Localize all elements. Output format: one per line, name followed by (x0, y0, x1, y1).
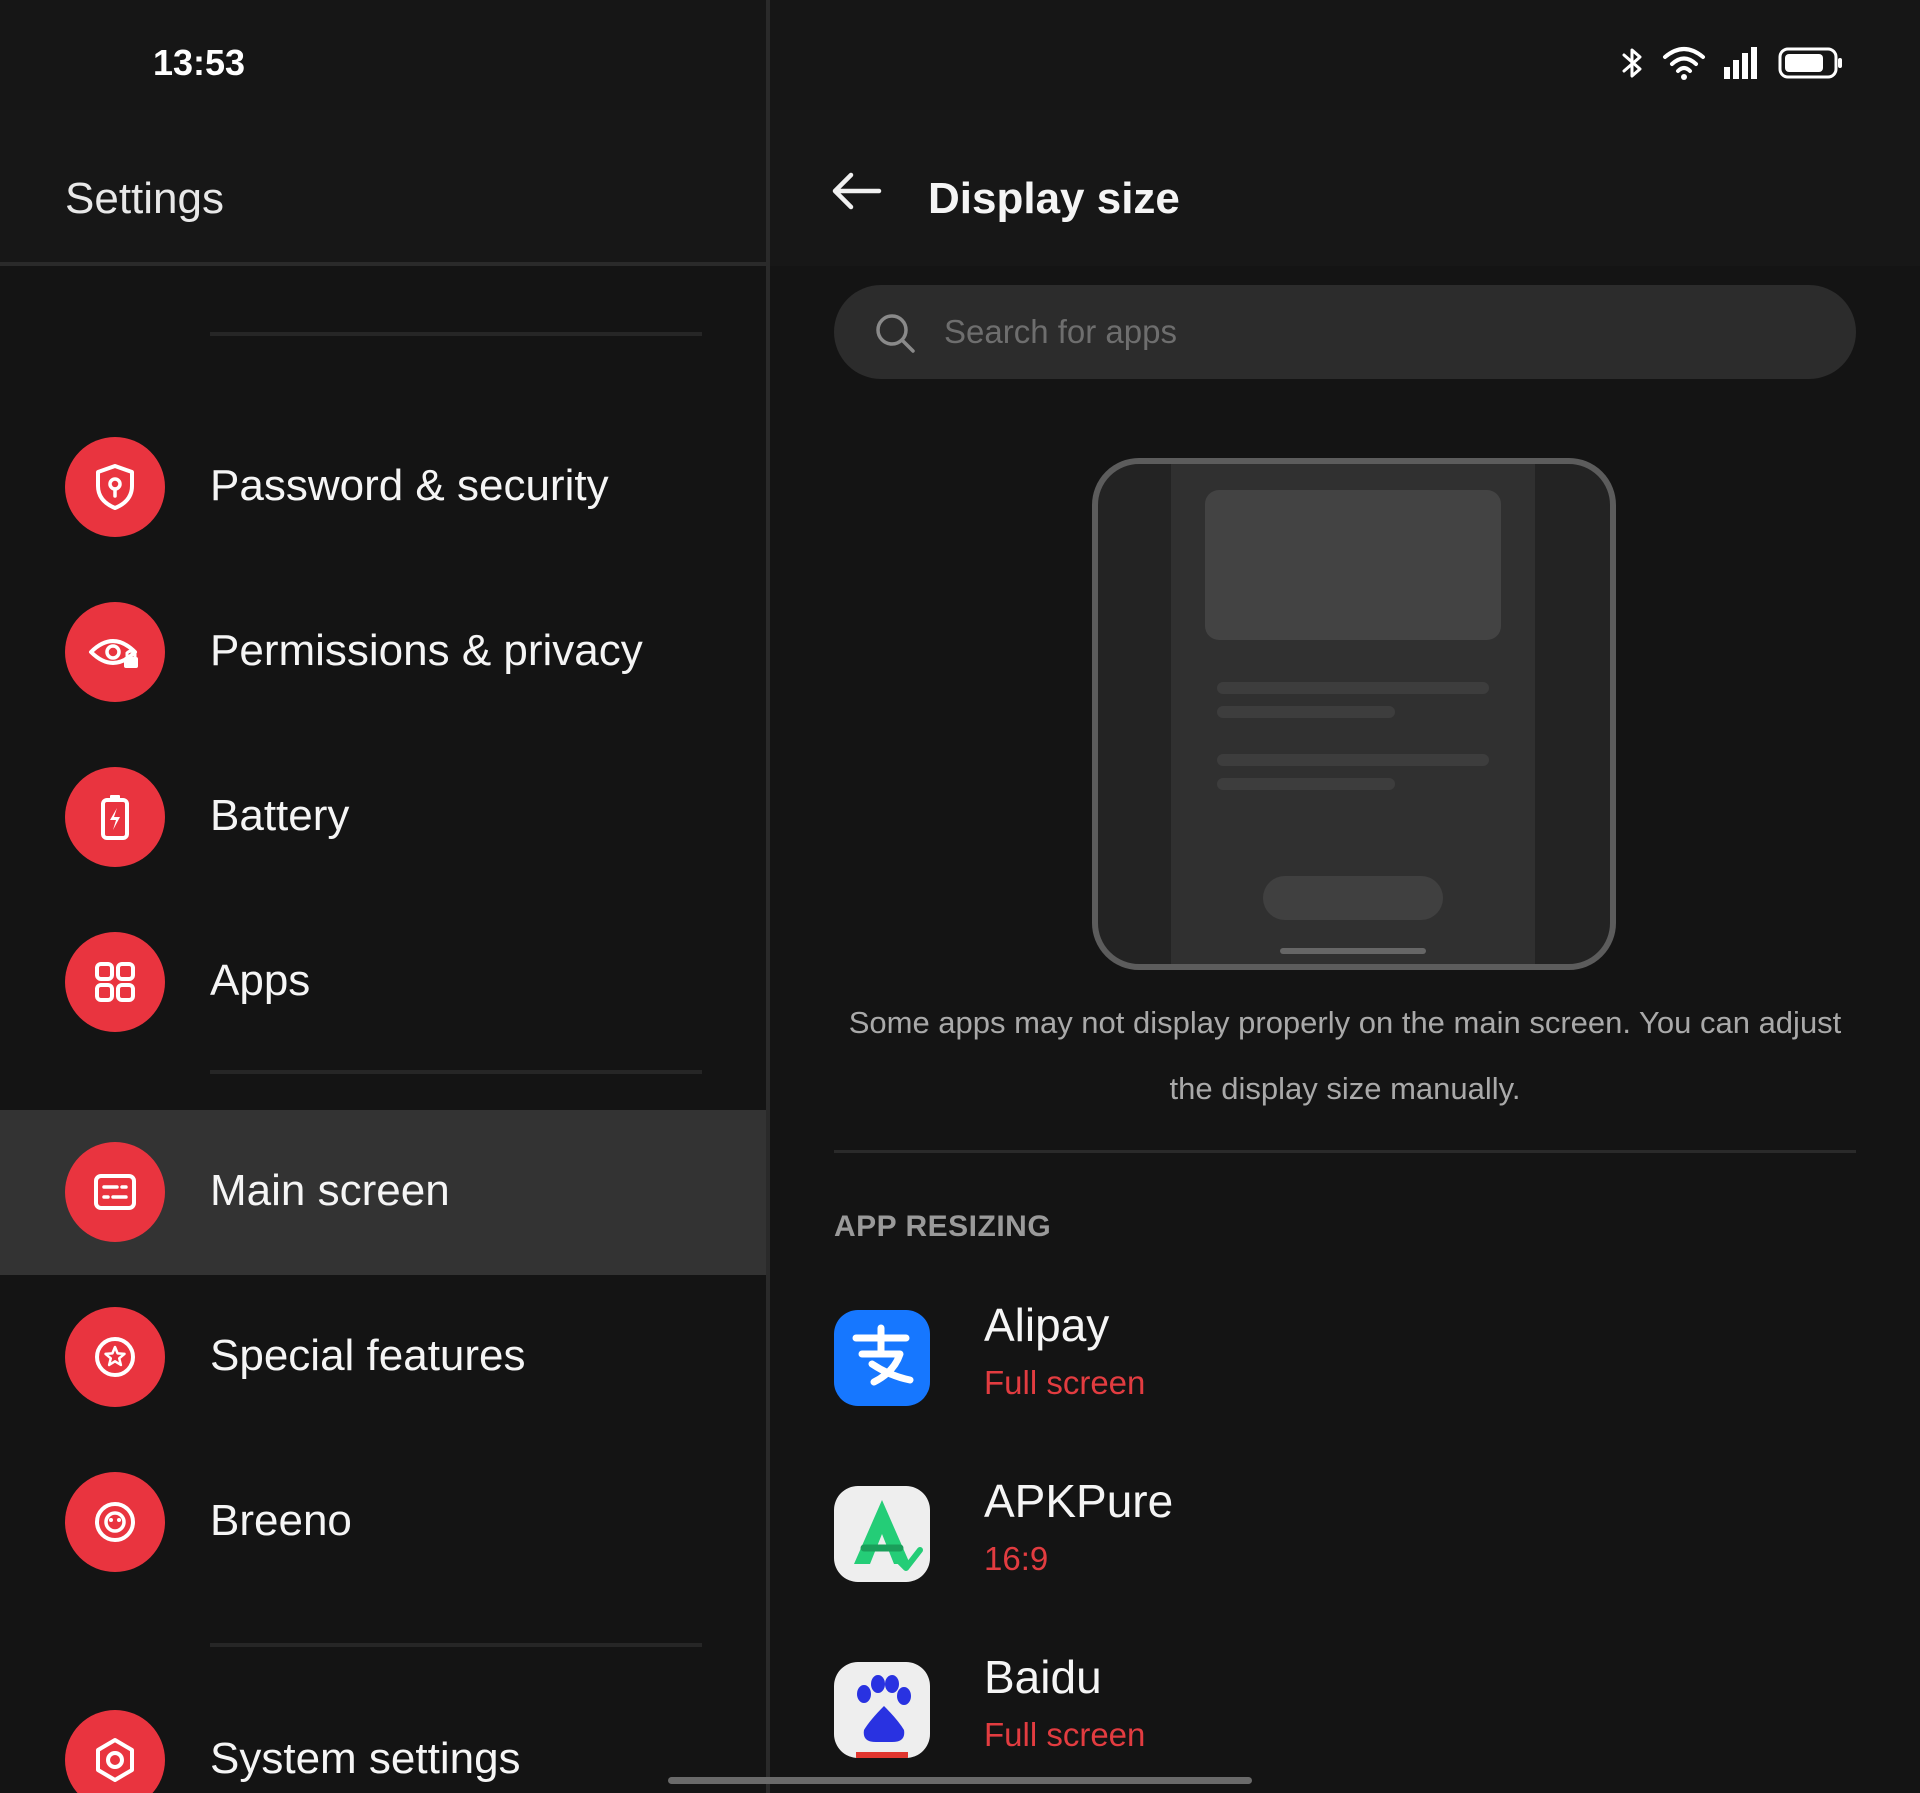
sidebar-item-main-screen[interactable]: Main screen (0, 1110, 766, 1275)
display-size-description: Some apps may not display properly on th… (848, 1005, 1842, 1106)
sidebar-item-label: Permissions & privacy (210, 626, 643, 675)
alipay-icon (834, 1310, 930, 1406)
apps-grid-icon (65, 932, 165, 1032)
apkpure-icon (834, 1486, 930, 1582)
baidu-icon (834, 1662, 930, 1758)
sidebar-header: Settings (0, 110, 766, 266)
sidebar-item-label: Main screen (210, 1166, 450, 1215)
status-bar: 13:53 (0, 0, 1920, 110)
back-button[interactable] (827, 166, 887, 216)
app-name: APKPure (984, 1475, 1174, 1527)
search-icon (876, 314, 915, 353)
app-row-baidu[interactable]: Baidu Full screen (834, 1651, 1856, 1793)
wifi-icon (1663, 47, 1705, 80)
app-row-apkpure[interactable]: APKPure 16:9 (834, 1475, 1856, 1636)
cellular-signal-icon (1724, 47, 1757, 79)
section-header-app-resizing: APP RESIZING (834, 1210, 1052, 1243)
breeno-icon (65, 1472, 165, 1572)
app-display-mode: Full screen (984, 1716, 1146, 1753)
status-time: 13:53 (153, 42, 246, 83)
group-divider (210, 1070, 702, 1074)
status-icons (1620, 38, 1844, 88)
eye-lock-icon (65, 602, 165, 702)
sidebar-item-special-features[interactable]: Special features (0, 1275, 766, 1440)
shield-lock-icon (65, 437, 165, 537)
sidebar-title: Settings (65, 174, 224, 223)
battery-icon (1778, 47, 1842, 79)
group-divider (210, 1643, 702, 1647)
sidebar-item-apps[interactable]: Apps (0, 900, 766, 1065)
battery-charge-icon (65, 767, 165, 867)
sidebar-item-label: Apps (210, 956, 311, 1005)
group-divider (210, 332, 702, 336)
sidebar-item-label: Battery (210, 791, 350, 840)
display-preview-illustration (1092, 458, 1616, 970)
sidebar-item-password-security[interactable]: Password & security (0, 405, 766, 570)
sidebar-item-battery[interactable]: Battery (0, 735, 766, 900)
sidebar-item-permissions-privacy[interactable]: Permissions & privacy (0, 570, 766, 735)
sidebar-item-label: Password & security (210, 461, 609, 510)
app-row-alipay[interactable]: Alipay Full screen (834, 1299, 1856, 1460)
search-input[interactable] (944, 307, 1824, 357)
app-name: Alipay (984, 1299, 1110, 1351)
app-name: Baidu (984, 1651, 1102, 1703)
home-indicator[interactable] (668, 1777, 1252, 1784)
arrow-left-icon (832, 172, 882, 210)
app-display-mode: 16:9 (984, 1540, 1049, 1577)
settings-sidebar: Settings Password & security Permissions… (0, 110, 766, 1793)
app-display-mode: Full screen (984, 1364, 1146, 1401)
display-size-panel: Display size Some apps may not display p… (770, 110, 1920, 1793)
sidebar-item-breeno[interactable]: Breeno (0, 1440, 766, 1605)
gear-icon (65, 1710, 165, 1793)
page-header: Display size (770, 110, 1920, 266)
sidebar-item-system-settings[interactable]: System settings (0, 1678, 766, 1793)
search-bar[interactable] (834, 285, 1856, 379)
content-divider (834, 1150, 1856, 1153)
star-circle-icon (65, 1307, 165, 1407)
sidebar-item-label: System settings (210, 1734, 521, 1783)
sidebar-item-label: Special features (210, 1331, 526, 1380)
main-screen-icon (65, 1142, 165, 1242)
page-title: Display size (928, 174, 1180, 223)
bluetooth-icon (1622, 48, 1642, 78)
sidebar-item-label: Breeno (210, 1496, 352, 1545)
